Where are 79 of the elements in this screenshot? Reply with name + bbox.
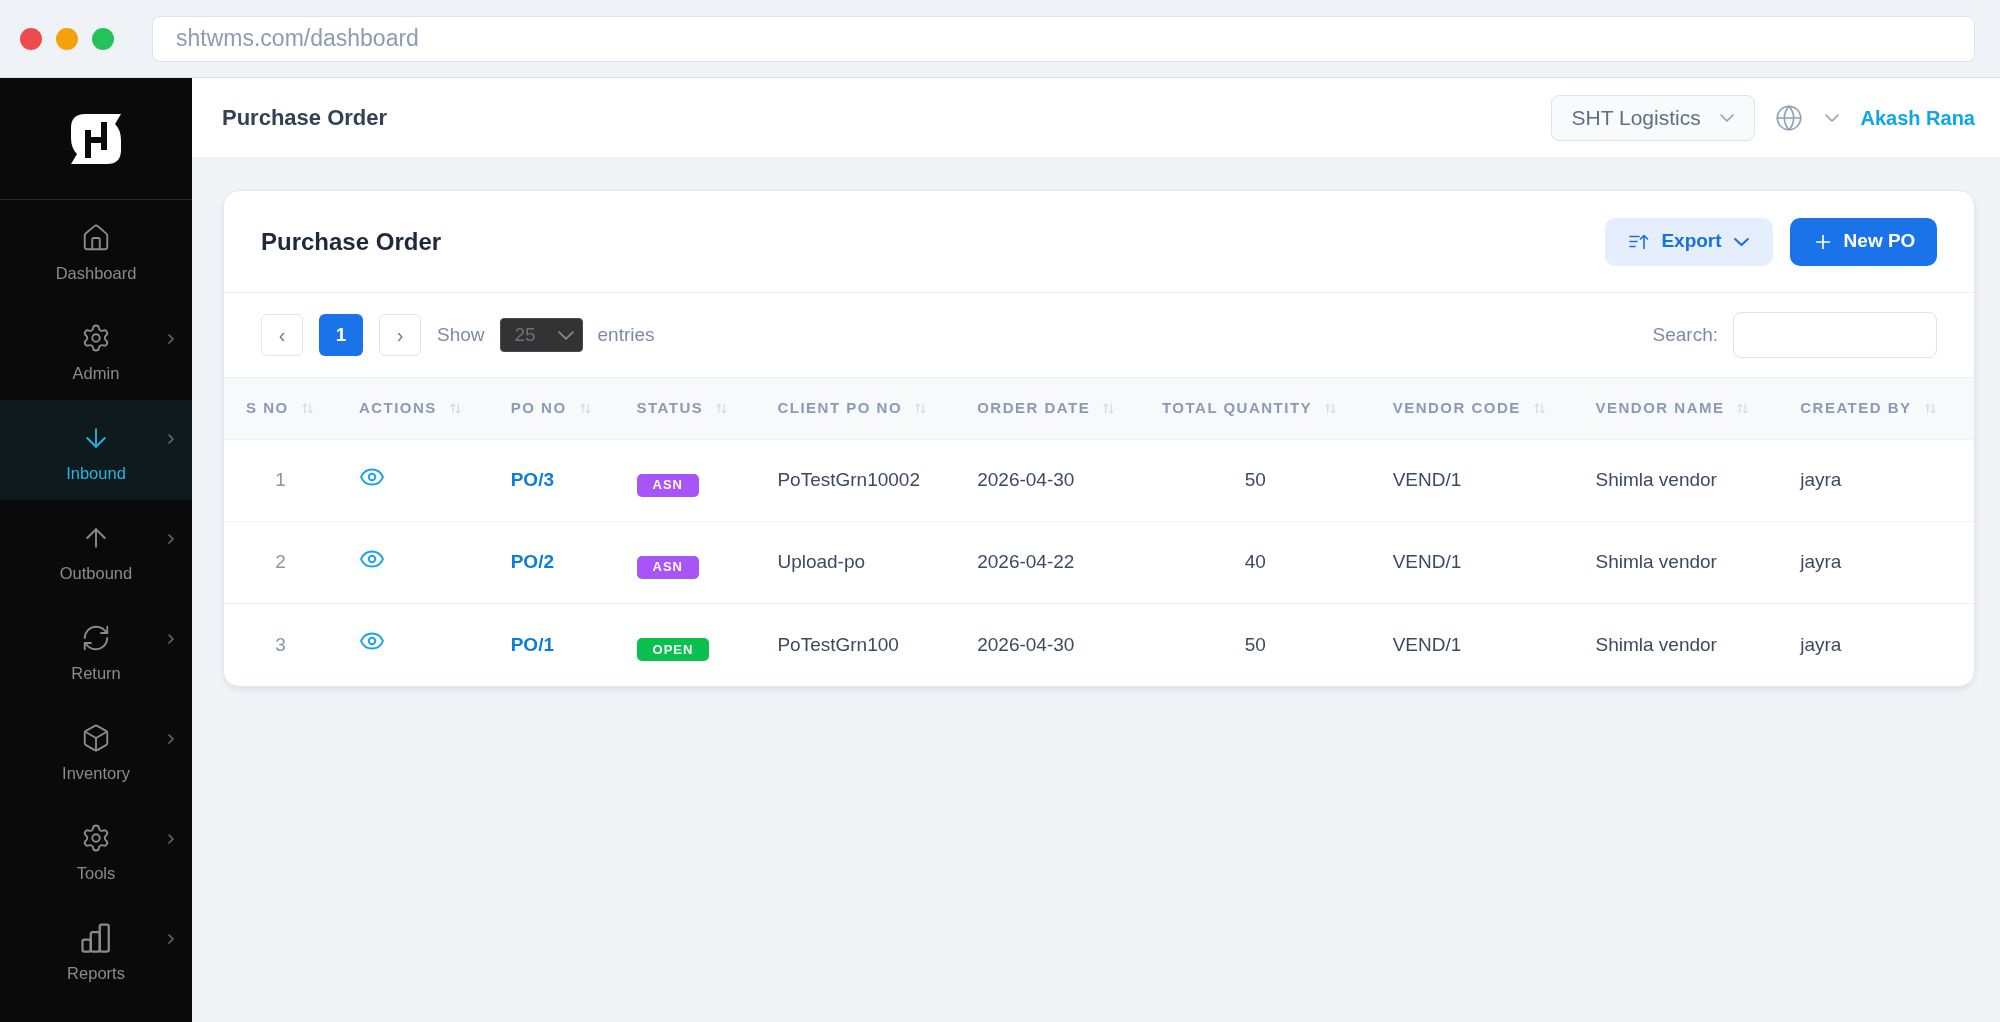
column-header[interactable]: CREATED BY [1778,378,1974,439]
maximize-window-icon[interactable] [92,27,114,50]
lines-arrow-up-icon [1629,233,1650,250]
table-cell-text: 50 [1244,632,1266,657]
status-badge: OPEN [636,638,710,661]
page-button[interactable]: 1 [319,314,363,356]
column-header[interactable]: PO NO [488,378,615,439]
page-title: Purchase Order [222,104,388,132]
export-button[interactable]: Export [1605,217,1773,266]
status-badge: ASN [636,555,699,579]
bar-chart-icon [81,923,111,953]
search-label: Search: [1652,322,1718,347]
address-bar[interactable]: shtwms.com/dashboard [152,15,1975,62]
minimize-window-icon[interactable] [56,27,78,50]
sort-icon [1324,402,1338,415]
table-cell-text: jayra [1800,468,1842,493]
po-number-link[interactable]: PO/2 [510,548,554,577]
next-button[interactable]: › [379,314,421,356]
cube-icon [81,723,111,753]
entries-label: entries [597,322,655,347]
sort-icon [578,402,592,415]
user-name[interactable]: Akash Rana [1860,102,1975,133]
table-cell-text: jayra [1800,632,1842,657]
page-size-select[interactable]: 25 [499,318,583,352]
column-header[interactable]: TOTAL QUANTITY [1139,378,1371,439]
po-number-link[interactable]: PO/3 [510,466,554,495]
table-cell-text: 50 [1244,468,1266,493]
table-cell-text: jayra [1800,550,1842,575]
sidebar-item[interactable]: Inbound [0,400,192,500]
chevron-down-icon [1733,237,1749,246]
column-header[interactable]: VENDOR NAME [1573,378,1779,439]
show-label: Show [437,322,485,347]
sort-icon [914,402,928,415]
table-cell-text: VEND/1 [1392,632,1462,657]
sort-icon [448,402,462,415]
prev-button[interactable]: ‹ [261,314,303,356]
gear-icon [81,323,111,353]
sort-icon [1736,402,1750,415]
gear-icon [81,823,111,853]
table-cell-text: 2026-04-30 [977,468,1075,493]
column-header[interactable]: VENDOR CODE [1370,378,1574,439]
column-header[interactable]: S NO [224,378,337,439]
house-icon [81,223,111,253]
table-cell-text: Shimla vendor [1595,550,1717,575]
row-number: 3 [275,632,286,657]
globe-icon[interactable] [1774,103,1803,132]
table-cell-text: Shimla vendor [1595,632,1717,657]
close-window-icon[interactable] [20,27,42,50]
sort-icon [1102,402,1116,415]
chevron-down-icon [1719,113,1734,122]
table-cell-text: Shimla vendor [1595,468,1717,493]
column-header[interactable]: ACTIONS [336,378,489,439]
card-title: Purchase Order [261,226,442,257]
sort-icon [715,402,729,415]
column-header[interactable]: CLIENT PO NO [755,378,956,439]
po-number-link[interactable]: PO/1 [510,630,554,660]
chevron-down-icon[interactable] [1824,113,1839,122]
table-cell-text: PoTestGrn100 [777,632,899,657]
table-cell-text: Upload-po [777,550,866,575]
company-select[interactable]: SHT Logistics [1550,94,1755,141]
sort-icon [300,402,314,415]
table-cell-text: PoTestGrn10002 [777,468,920,493]
logo-icon [71,112,121,165]
search-field[interactable] [1733,312,1937,358]
table-cell-text: VEND/1 [1392,468,1462,493]
row-number: 2 [275,550,286,575]
column-header[interactable]: ORDER DATE [955,378,1140,439]
column-header[interactable]: STATUS [614,378,756,439]
sort-icon [1923,402,1937,415]
table-cell-text: VEND/1 [1392,550,1462,575]
status-badge: ASN [636,473,699,497]
row-number: 1 [275,468,286,493]
refresh-icon [81,623,111,653]
chevron-down-icon [557,330,574,340]
table-cell-text: 40 [1244,550,1266,575]
new-po-button[interactable]: New PO [1790,217,1937,266]
table-cell-text: 2026-04-30 [977,632,1075,657]
table-cell-text: 2026-04-22 [977,550,1075,575]
sort-icon [1532,402,1546,415]
